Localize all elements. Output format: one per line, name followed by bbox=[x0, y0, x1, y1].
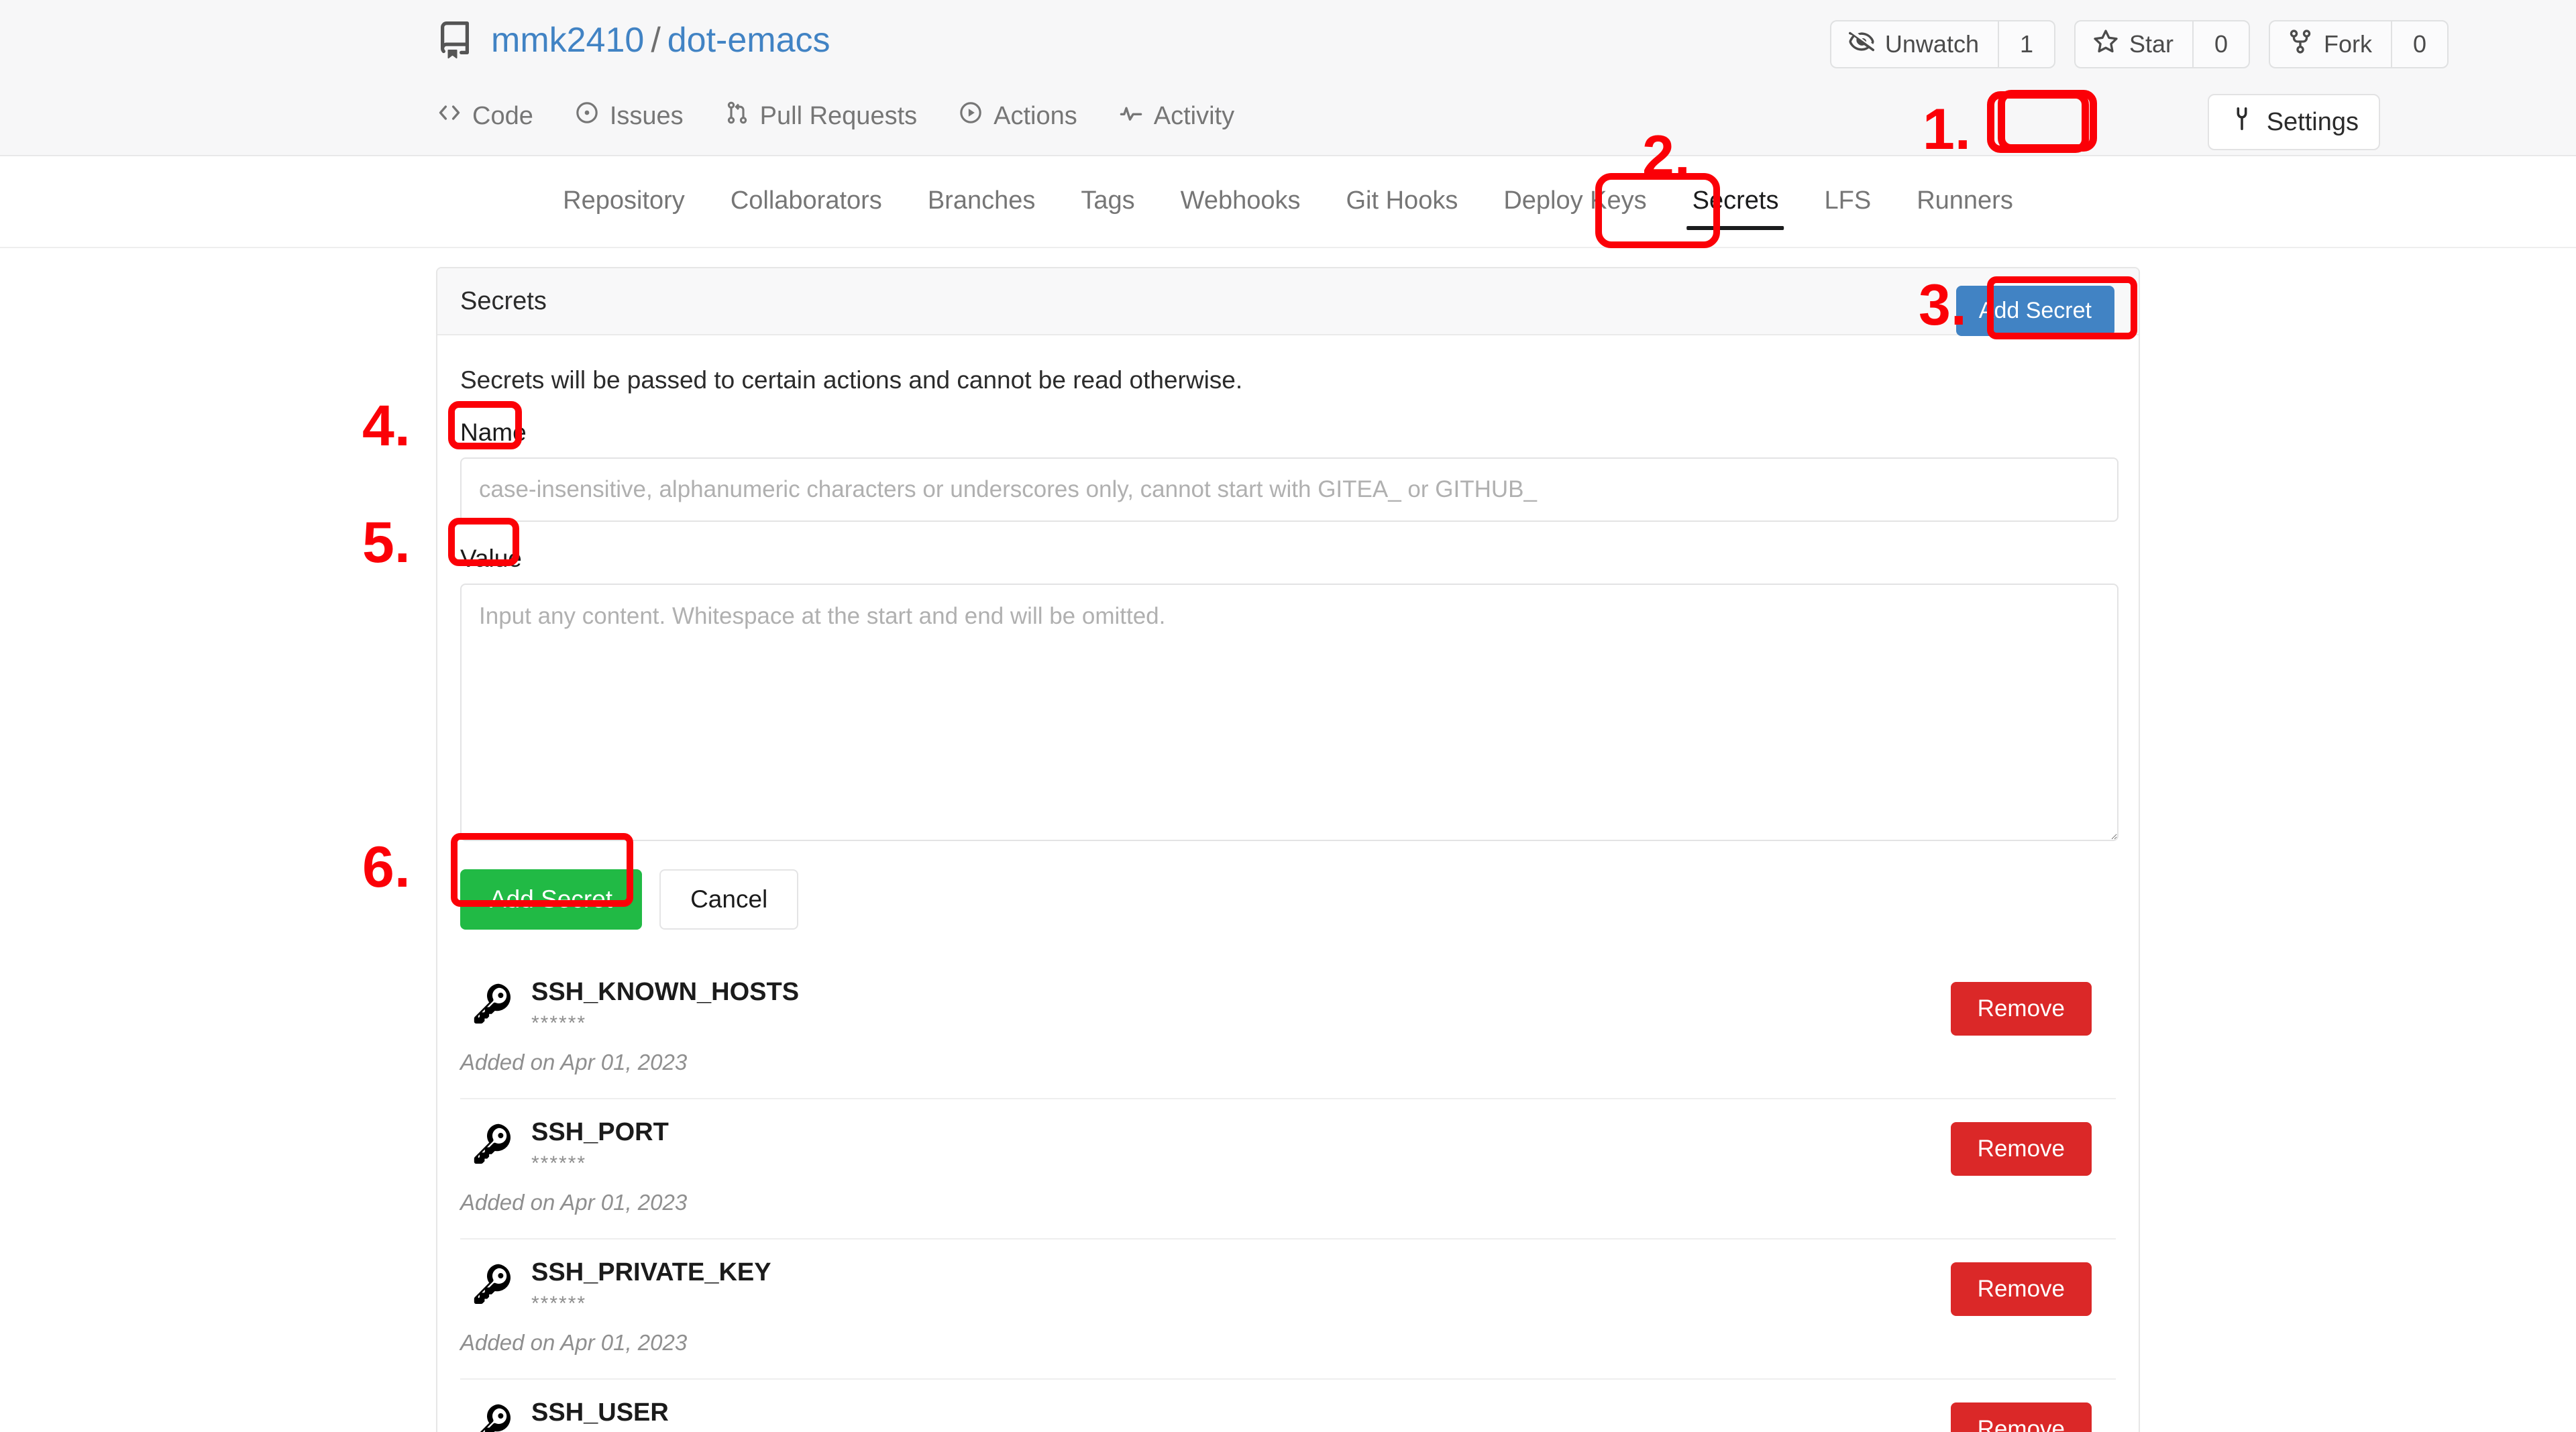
repo-nav-item-actions[interactable]: Actions bbox=[957, 94, 1079, 138]
repo-name-link[interactable]: dot-emacs bbox=[667, 21, 830, 60]
secret-list-item: SSH_PORT ****** Added on Apr 01, 2023 Re… bbox=[460, 1098, 2116, 1238]
settings-nav-git-hooks[interactable]: Git Hooks bbox=[1324, 186, 1481, 230]
repo-nav: Code Issues Pull Requests Actions Activi… bbox=[436, 94, 1236, 138]
star-button-label-group[interactable]: Star bbox=[2074, 20, 2192, 68]
remove-secret-button[interactable]: Remove bbox=[1950, 1402, 2092, 1432]
settings-button-label: Settings bbox=[2266, 107, 2359, 136]
repo-nav-label-issues: Issues bbox=[609, 101, 684, 130]
key-icon bbox=[471, 981, 514, 1024]
settings-nav-collaborators[interactable]: Collaborators bbox=[708, 186, 905, 230]
annotation-number-5: 5. bbox=[362, 510, 411, 575]
secret-name: SSH_USER bbox=[531, 1398, 669, 1427]
fork-button-label-group[interactable]: Fork bbox=[2269, 20, 2391, 68]
secret-name: SSH_KNOWN_HOSTS bbox=[531, 978, 800, 1006]
star-icon bbox=[2093, 29, 2118, 60]
secret-masked-value: ****** bbox=[531, 1292, 587, 1315]
remove-secret-button[interactable]: Remove bbox=[1950, 982, 2092, 1036]
secret-name: SSH_PRIVATE_KEY bbox=[531, 1258, 771, 1286]
secrets-card-header: Secrets Add Secret bbox=[437, 268, 2139, 336]
repo-nav-label-activity: Activity bbox=[1153, 101, 1235, 130]
repo-nav-item-activity[interactable]: Activity bbox=[1118, 94, 1236, 138]
settings-nav-secrets[interactable]: Secrets bbox=[1670, 186, 1802, 230]
key-icon bbox=[471, 1121, 514, 1164]
code-icon bbox=[437, 101, 462, 131]
repo-nav-item-issues[interactable]: Issues bbox=[574, 94, 685, 138]
secret-list-item: SSH_PRIVATE_KEY ****** Added on Apr 01, … bbox=[460, 1238, 2116, 1378]
settings-nav: Repository Collaborators Branches Tags W… bbox=[0, 156, 2576, 248]
issue-circle-icon bbox=[575, 101, 599, 131]
annotation-number-3: 3. bbox=[1919, 273, 1967, 337]
unwatch-button[interactable]: Unwatch 1 bbox=[1829, 20, 2055, 68]
settings-nav-lfs[interactable]: LFS bbox=[1801, 186, 1894, 230]
secret-added-date: Added on Apr 01, 2023 bbox=[460, 1330, 688, 1355]
play-circle-icon bbox=[959, 101, 983, 131]
eye-slash-icon bbox=[1848, 29, 1874, 60]
star-button[interactable]: Star 0 bbox=[2074, 20, 2250, 68]
repo-nav-label-actions: Actions bbox=[994, 101, 1077, 130]
fork-label: Fork bbox=[2324, 30, 2372, 58]
add-secret-top-button[interactable]: Add Secret bbox=[1955, 286, 2114, 336]
key-icon bbox=[471, 1261, 514, 1304]
repo-action-buttons: Unwatch 1 Star 0 Fork 0 bbox=[1829, 20, 2449, 68]
secrets-card: Secrets Add Secret Secrets will be passe… bbox=[436, 267, 2140, 1432]
unwatch-count[interactable]: 1 bbox=[1997, 20, 2055, 68]
settings-button[interactable]: Settings bbox=[2207, 94, 2380, 150]
repo-title: mmk2410/dot-emacs bbox=[436, 20, 830, 60]
repo-header: mmk2410/dot-emacs Unwatch 1 Star 0 Fork … bbox=[0, 0, 2576, 156]
annotation-number-6: 6. bbox=[362, 835, 411, 899]
value-textarea[interactable] bbox=[460, 584, 2118, 841]
gitea-repo-secrets-page: mmk2410/dot-emacs Unwatch 1 Star 0 Fork … bbox=[0, 0, 2576, 1432]
secret-form-buttons: Add Secret Cancel bbox=[460, 869, 2116, 930]
fork-count[interactable]: 0 bbox=[2391, 20, 2449, 68]
unwatch-label: Unwatch bbox=[1884, 30, 1979, 58]
secret-list-item: SSH_KNOWN_HOSTS ****** Added on Apr 01, … bbox=[460, 959, 2116, 1098]
cancel-button[interactable]: Cancel bbox=[659, 869, 799, 930]
settings-nav-runners[interactable]: Runners bbox=[1894, 186, 2036, 230]
annotation-number-4: 4. bbox=[362, 394, 411, 458]
star-count[interactable]: 0 bbox=[2192, 20, 2250, 68]
secret-masked-value: ****** bbox=[531, 1152, 587, 1174]
pull-request-icon bbox=[725, 101, 749, 131]
unwatch-button-label-group[interactable]: Unwatch bbox=[1829, 20, 1998, 68]
secret-masked-value: ****** bbox=[531, 1012, 587, 1034]
remove-secret-button[interactable]: Remove bbox=[1950, 1262, 2092, 1316]
settings-nav-webhooks[interactable]: Webhooks bbox=[1158, 186, 1324, 230]
breadcrumb-separator: / bbox=[651, 21, 661, 60]
annotation-number-1: 1. bbox=[1923, 97, 1971, 162]
secret-added-date: Added on Apr 01, 2023 bbox=[460, 1190, 688, 1215]
name-field-label: Name bbox=[460, 419, 527, 446]
secrets-description: Secrets will be passed to certain action… bbox=[460, 366, 1243, 394]
annotation-number-2: 2. bbox=[1642, 124, 1690, 188]
value-field-label: Value bbox=[460, 545, 522, 572]
settings-nav-deploy-keys[interactable]: Deploy Keys bbox=[1481, 186, 1669, 230]
star-label: Star bbox=[2129, 30, 2174, 58]
repo-nav-label-pull-requests: Pull Requests bbox=[759, 101, 918, 130]
wrench-icon bbox=[2229, 106, 2255, 138]
repo-nav-label-code: Code bbox=[472, 101, 533, 130]
repo-nav-item-pull-requests[interactable]: Pull Requests bbox=[724, 94, 918, 138]
add-secret-submit-button[interactable]: Add Secret bbox=[460, 869, 643, 930]
settings-nav-tags[interactable]: Tags bbox=[1058, 186, 1157, 230]
key-icon bbox=[471, 1401, 514, 1432]
secrets-card-body: Secrets will be passed to certain action… bbox=[437, 335, 2139, 1432]
secrets-card-title: Secrets bbox=[460, 286, 547, 315]
fork-button[interactable]: Fork 0 bbox=[2269, 20, 2449, 68]
secret-name: SSH_PORT bbox=[531, 1118, 669, 1146]
repo-book-icon bbox=[436, 21, 474, 59]
repo-nav-item-code[interactable]: Code bbox=[436, 94, 535, 138]
activity-pulse-icon bbox=[1119, 101, 1143, 131]
secret-list-item: SSH_USER ****** Added on Apr 01, 2023 Re… bbox=[460, 1378, 2116, 1432]
fork-icon bbox=[2288, 29, 2313, 60]
repo-owner-link[interactable]: mmk2410 bbox=[491, 21, 644, 60]
secret-added-date: Added on Apr 01, 2023 bbox=[460, 1050, 688, 1075]
name-input[interactable] bbox=[460, 457, 2118, 522]
repo-breadcrumb: mmk2410/dot-emacs bbox=[491, 20, 830, 60]
secrets-list: SSH_KNOWN_HOSTS ****** Added on Apr 01, … bbox=[460, 959, 2116, 1432]
settings-nav-repository[interactable]: Repository bbox=[540, 186, 708, 230]
remove-secret-button[interactable]: Remove bbox=[1950, 1122, 2092, 1176]
settings-nav-branches[interactable]: Branches bbox=[905, 186, 1059, 230]
